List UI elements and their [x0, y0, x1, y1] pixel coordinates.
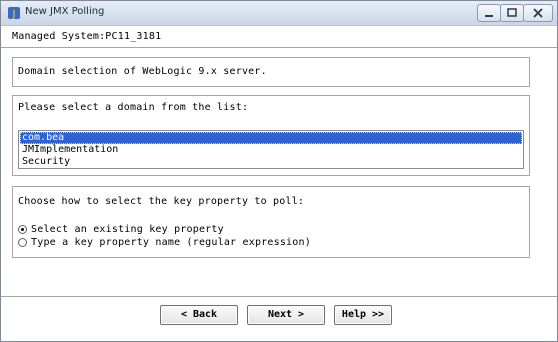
radio-button-type-name[interactable] — [18, 237, 27, 247]
domain-selection-panel: Please select a domain from the list: co… — [12, 95, 530, 176]
help-button[interactable]: Help >> — [334, 305, 392, 325]
next-button[interactable]: Next > — [247, 305, 325, 325]
radio-button-existing[interactable] — [18, 224, 27, 234]
minimize-icon — [485, 15, 493, 17]
back-button[interactable]: < Back — [160, 305, 238, 325]
domain-list-prompt: Please select a domain from the list: — [18, 102, 249, 113]
radio-option-type-name[interactable]: Type a key property name (regular expres… — [18, 236, 311, 248]
domain-listbox[interactable]: com.bea JMImplementation Security — [18, 130, 524, 169]
managed-system-label: Managed System:PC11_3181 — [12, 31, 162, 42]
key-property-prompt: Choose how to select the key property to… — [18, 196, 305, 207]
maximize-icon — [507, 8, 517, 17]
key-property-panel: Choose how to select the key property to… — [12, 186, 530, 258]
domain-list-item[interactable]: JMImplementation — [20, 144, 522, 156]
close-icon — [533, 8, 543, 18]
divider — [1, 296, 557, 298]
radio-label-existing: Select an existing key property — [31, 223, 224, 235]
jmx-polling-window: J New JMX Polling Managed System:PC11_31… — [0, 0, 558, 342]
radio-option-existing[interactable]: Select an existing key property — [18, 223, 224, 235]
minimize-button[interactable] — [477, 4, 501, 22]
close-button[interactable] — [523, 4, 553, 22]
title-bar: J New JMX Polling — [1, 1, 557, 26]
app-icon: J — [8, 7, 20, 20]
domain-info-text: Domain selection of WebLogic 9.x server. — [18, 66, 267, 77]
domain-info-panel: Domain selection of WebLogic 9.x server. — [12, 57, 530, 87]
radio-label-type-name: Type a key property name (regular expres… — [31, 236, 311, 248]
svg-text:J: J — [12, 9, 16, 20]
divider — [1, 47, 557, 49]
domain-list-item[interactable]: com.bea — [20, 132, 522, 144]
window-title: New JMX Polling — [25, 6, 105, 17]
domain-list-item[interactable]: Security — [20, 156, 522, 168]
maximize-button[interactable] — [500, 4, 524, 22]
